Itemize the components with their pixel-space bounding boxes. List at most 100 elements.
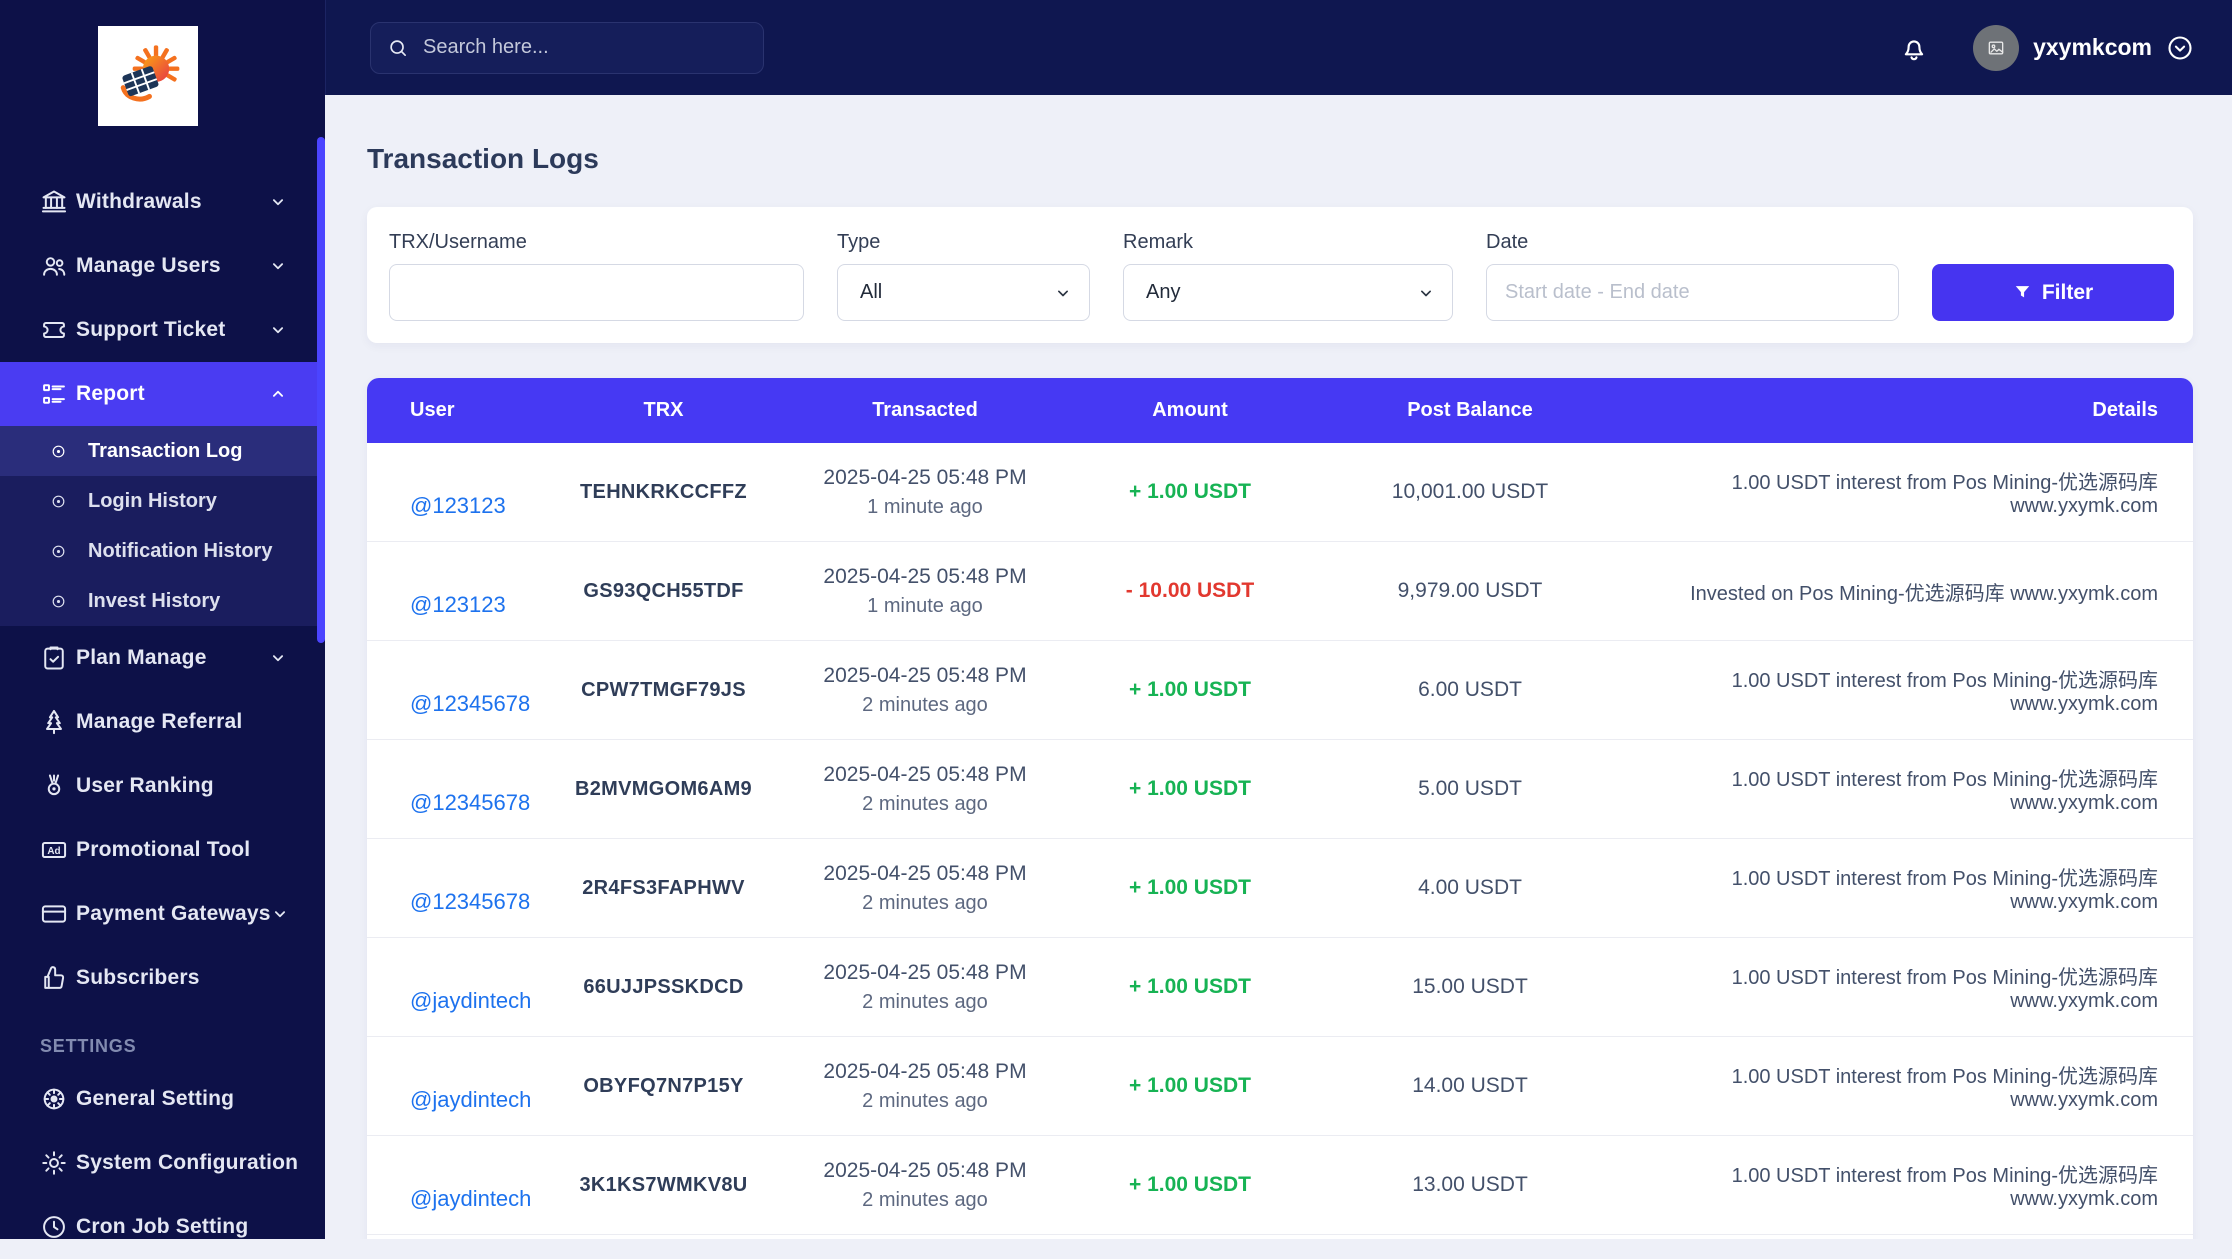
trx-code: 66UJJPSSKDCD [537,937,790,1037]
transacted-relative: 2 minutes ago [862,990,988,1013]
sidebar-item-cron-job-setting[interactable]: Cron Job Setting [0,1195,325,1259]
user-link[interactable]: @jaydintech [410,988,531,1014]
search-input[interactable] [421,35,747,60]
date-group: Date [1486,231,1899,321]
submenu-report: Transaction Log Login History Notificati… [0,426,325,626]
type-label: Type [837,231,881,253]
details-text: 1.00 USDT interest from Pos Mining-优选源码库… [1620,838,2193,938]
post-balance: 9,979.00 USDT [1320,541,1620,641]
trx-code: 2R4FS3FAPHWV [537,838,790,938]
remark-select[interactable]: Any [1123,264,1453,321]
user-link[interactable]: @jaydintech [410,1087,531,1113]
chevron-down-icon [269,649,287,667]
amount: + 1.00 USDT [1060,739,1320,839]
topbar: yxymkcom [325,0,2232,95]
post-balance: 14.00 USDT [1320,1036,1620,1136]
list-icon [40,380,68,408]
trx-username-input[interactable] [389,264,804,321]
user-link[interactable]: @12345678 [410,790,530,816]
sidebar-item-label: Manage Referral [76,710,243,733]
details-text: 1.00 USDT interest from Pos Mining-优选源码库… [1620,739,2193,839]
col-user: User [367,378,537,443]
sidebar-item-general-setting[interactable]: General Setting [0,1067,325,1131]
sidebar-item-system-configuration[interactable]: System Configuration [0,1131,325,1195]
transacted-cell: 2025-04-25 05:48 PM 1 minute ago [790,541,1060,641]
table-row: @jaydintech OBYFQ7N7P15Y 2025-04-25 05:4… [367,1036,2193,1136]
transacted-relative: 1 minute ago [867,594,983,617]
sidebar-item-label: Withdrawals [76,190,202,213]
sidebar-subitem-invest-history[interactable]: Invest History [0,576,325,626]
transacted-relative: 2 minutes ago [862,1188,988,1211]
chevron-down-icon [269,193,287,211]
transacted-datetime: 2025-04-25 05:48 PM [823,465,1027,489]
sidebar-item-user-ranking[interactable]: User Ranking [0,754,325,818]
trx-code: TEHNKRKCCFFZ [537,443,790,542]
table-row: @123123 TEHNKRKCCFFZ 2025-04-25 05:48 PM… [367,443,2193,542]
app-logo[interactable] [98,26,198,126]
transacted-cell: 2025-04-25 05:48 PM 1 minute ago [790,443,1060,542]
sidebar-subitem-label: Invest History [88,589,221,612]
details-text: 1.00 USDT interest from Pos Mining-优选源码库… [1620,640,2193,740]
transacted-relative: 1 minute ago [867,495,983,518]
col-transacted: Transacted [790,378,1060,443]
col-details: Details [1620,378,2193,443]
transacted-cell: 2025-04-25 05:48 PM 2 minutes ago [790,1135,1060,1234]
sidebar-item-withdrawals[interactable]: Withdrawals [0,170,325,234]
transacted-datetime: 2025-04-25 05:48 PM [823,960,1027,984]
sidebar-item-label: Support Ticket [76,318,226,341]
dot-circle-icon [50,493,67,510]
transacted-relative: 2 minutes ago [862,792,988,815]
transacted-datetime: 2025-04-25 05:48 PM [823,1158,1027,1182]
bell-icon[interactable] [1899,33,1929,63]
remark-select-value: Any [1146,281,1181,303]
type-group: Type All [837,231,1090,321]
username[interactable]: yxymkcom [2033,34,2152,61]
col-post-balance: Post Balance [1320,378,1620,443]
post-balance: 6.00 USDT [1320,640,1620,740]
post-balance: 15.00 USDT [1320,937,1620,1037]
sidebar-item-subscribers[interactable]: Subscribers [0,946,325,1010]
transacted-cell: 2025-04-25 05:48 PM 2 minutes ago [790,1036,1060,1136]
sidebar-item-payment-gateways[interactable]: Payment Gateways [0,882,325,946]
ad-icon: Ad [40,836,68,864]
chevron-down-circle-icon[interactable] [2166,34,2194,62]
table-row: @12345678 B2MVMGOM6AM9 2025-04-25 05:48 … [367,739,2193,839]
chevron-down-icon [269,321,287,339]
user-link[interactable]: @123123 [410,592,506,618]
user-link[interactable]: @12345678 [410,889,530,915]
dot-circle-icon [50,443,67,460]
sidebar-item-manage-users[interactable]: Manage Users [0,234,325,298]
wheel-icon [40,1085,68,1113]
user-link[interactable]: @12345678 [410,691,530,717]
amount: + 1.00 USDT [1060,640,1320,740]
sidebar-item-plan-manage[interactable]: Plan Manage [0,626,325,690]
sidebar-subitem-transaction-log[interactable]: Transaction Log [0,426,325,476]
search-box [370,21,764,74]
table-row: @jaydintech 3K1KS7WMKV8U 2025-04-25 05:4… [367,1135,2193,1234]
transacted-cell: 2025-04-25 05:48 PM 2 minutes ago [790,739,1060,839]
clipboard-check-icon [40,644,68,672]
avatar[interactable] [1973,24,2020,71]
date-range-input[interactable] [1486,264,1899,321]
page-title: Transaction Logs [367,143,599,174]
sidebar-item-support-ticket[interactable]: Support Ticket [0,298,325,362]
transacted-cell: 2025-04-25 05:48 PM 2 minutes ago [790,838,1060,938]
sidebar-item-promotional-tool[interactable]: Ad Promotional Tool [0,818,325,882]
user-link[interactable]: @jaydintech [410,1186,531,1212]
details-text: 1.00 USDT interest from Pos Mining-优选源码库… [1620,443,2193,542]
sidebar-scrollbar-thumb[interactable] [317,137,325,643]
post-balance: 13.00 USDT [1320,1135,1620,1234]
transacted-datetime: 2025-04-25 05:48 PM [823,663,1027,687]
filter-button[interactable]: Filter [1932,264,2174,321]
sidebar-item-manage-referral[interactable]: Manage Referral [0,690,325,754]
trx-username-label: TRX/Username [389,231,527,253]
sidebar-subitem-login-history[interactable]: Login History [0,476,325,526]
details-text: 1.00 USDT interest from Pos Mining-优选源码库… [1620,1135,2193,1234]
amount: + 1.00 USDT [1060,1036,1320,1136]
transacted-relative: 2 minutes ago [862,693,988,716]
sidebar-item-report[interactable]: Report [0,362,325,426]
table-row: @123123 GS93QCH55TDF 2025-04-25 05:48 PM… [367,541,2193,641]
user-link[interactable]: @123123 [410,493,506,519]
sidebar-subitem-notification-history[interactable]: Notification History [0,526,325,576]
type-select[interactable]: All [837,264,1090,321]
